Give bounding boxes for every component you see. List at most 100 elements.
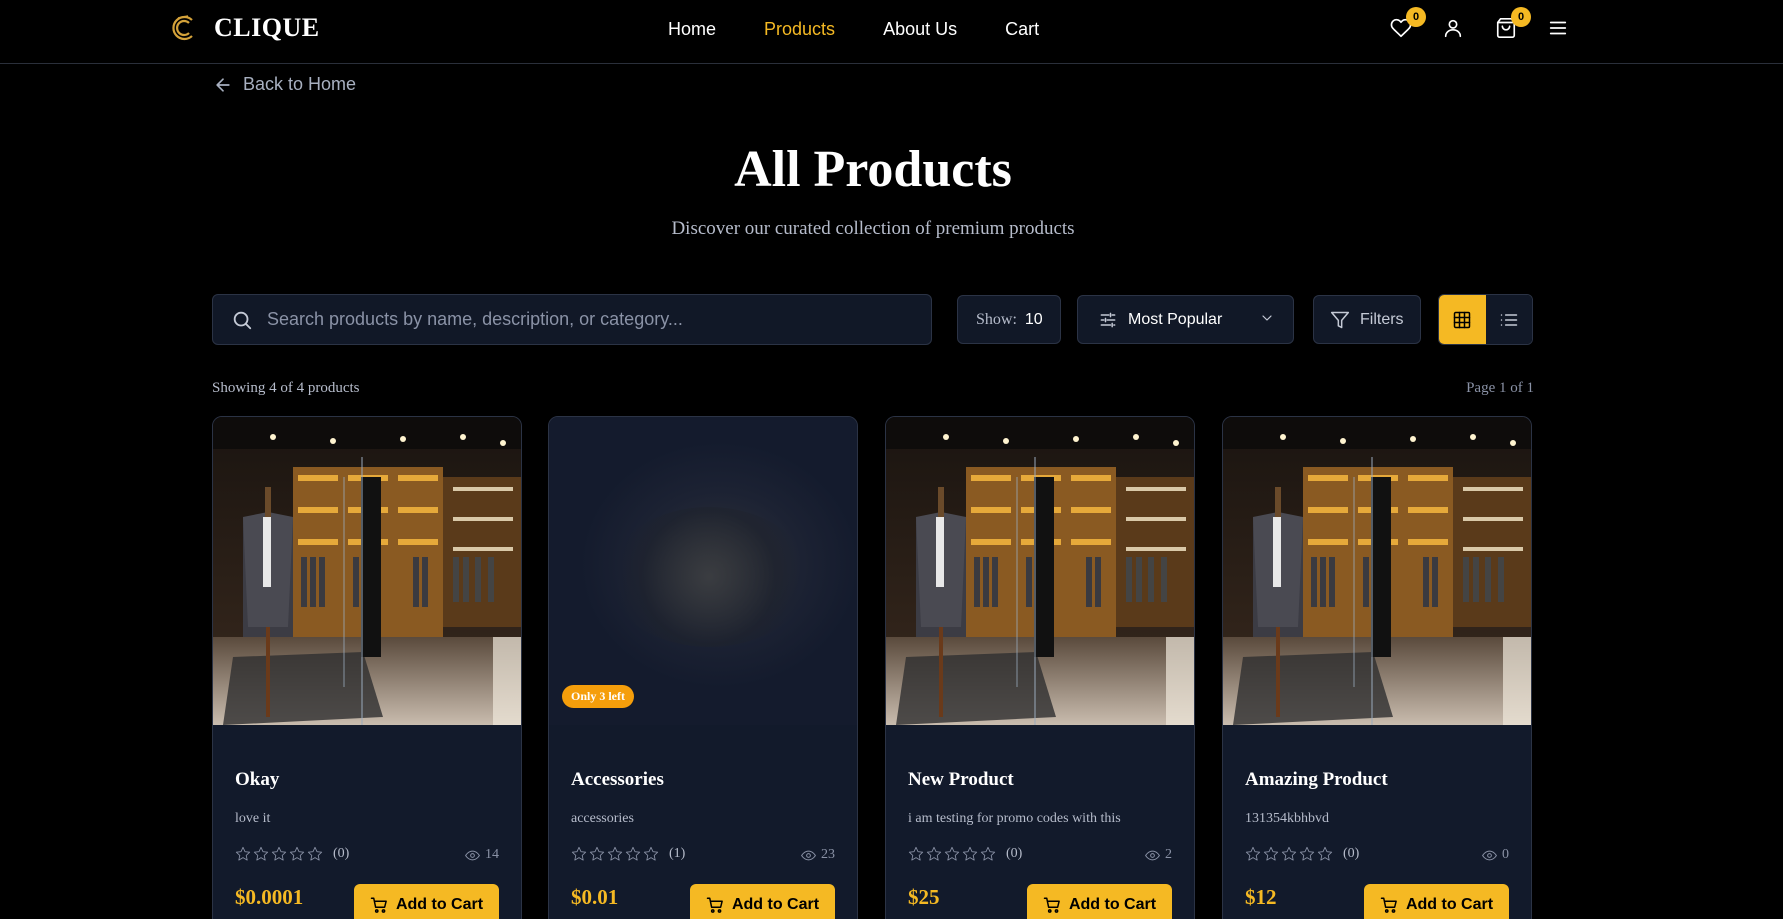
grid-icon (1454, 311, 1471, 328)
cart-icon (370, 897, 387, 913)
product-name[interactable]: Accessories (571, 769, 664, 791)
back-to-home-link[interactable]: Back to Home (213, 74, 356, 95)
filters-label: Filters (1360, 310, 1404, 328)
add-to-cart-button[interactable]: Add to Cart (1364, 884, 1509, 919)
page-indicator: Page 1 of 1 (1466, 380, 1534, 396)
cart-button[interactable]: 0 (1495, 7, 1531, 41)
product-image[interactable] (886, 417, 1195, 725)
menu-button[interactable] (1547, 17, 1571, 41)
view-count-value: 14 (485, 847, 499, 862)
list-icon (1500, 313, 1517, 326)
star-icon (589, 846, 605, 861)
star-icon (235, 846, 251, 861)
view-count-value: 23 (821, 847, 835, 862)
view-count: 23 (801, 847, 835, 863)
add-to-cart-button[interactable]: Add to Cart (354, 884, 499, 919)
product-name[interactable]: Amazing Product (1245, 769, 1388, 791)
eye-icon (1145, 850, 1160, 860)
add-to-cart-button[interactable]: Add to Cart (690, 884, 835, 919)
product-price: $25 (908, 885, 940, 909)
view-count-value: 2 (1165, 847, 1172, 862)
nav-home[interactable]: Home (668, 19, 716, 40)
star-icon (944, 846, 960, 861)
product-price: $12 (1245, 885, 1277, 909)
view-toggle (1438, 294, 1533, 345)
eye-icon (1482, 850, 1497, 860)
page-size-select[interactable]: Show: 10 (957, 295, 1061, 344)
product-price: $0.01 (571, 885, 619, 909)
wishlist-count-badge: 0 (1406, 7, 1426, 27)
add-to-cart-label: Add to Cart (1068, 896, 1157, 913)
page-subtitle: Discover our curated collection of premi… (671, 218, 1075, 239)
product-name[interactable]: Okay (235, 769, 279, 791)
product-card[interactable]: Okay love it (0) 14 $0.0001 Add to Cart (212, 416, 522, 919)
account-button[interactable] (1442, 17, 1466, 41)
product-name[interactable]: New Product (908, 769, 1014, 791)
arrow-left-icon (216, 77, 230, 92)
search-input[interactable] (267, 309, 907, 330)
rating-stars: (0) (1245, 846, 1359, 862)
user-icon (1444, 19, 1462, 38)
add-to-cart-label: Add to Cart (395, 896, 484, 913)
add-to-cart-label: Add to Cart (1405, 896, 1494, 913)
star-icon (962, 846, 978, 861)
view-count: 0 (1482, 847, 1509, 863)
sort-value: Most Popular (1128, 310, 1223, 328)
product-image[interactable] (1223, 417, 1532, 725)
results-count: Showing 4 of 4 products (212, 380, 360, 396)
star-icon (908, 846, 924, 861)
product-card[interactable]: Amazing Product 131354kbhbvd (0) 0 $12 A… (1222, 416, 1532, 919)
add-to-cart-button[interactable]: Add to Cart (1027, 884, 1172, 919)
chevron-down-icon (1262, 315, 1272, 321)
product-card[interactable]: Only 3 left Accessories accessories (1) … (548, 416, 858, 919)
store-interior-image (1223, 417, 1532, 725)
nav-about[interactable]: About Us (883, 19, 957, 40)
product-description: 131354kbhbvd (1245, 811, 1329, 826)
page-title: All Products (734, 141, 1012, 198)
eye-icon (801, 850, 816, 860)
product-description: i am testing for promo codes with this (908, 811, 1121, 826)
cart-icon (1043, 897, 1060, 913)
menu-icon (1549, 21, 1567, 35)
wishlist-button[interactable]: 0 (1390, 7, 1426, 41)
low-stock-badge: Only 3 left (562, 685, 634, 708)
product-description: accessories (571, 811, 634, 826)
store-interior-image (213, 417, 522, 725)
show-label: Show: (976, 310, 1017, 328)
product-card[interactable]: New Product i am testing for promo codes… (885, 416, 1195, 919)
filter-icon (1330, 311, 1350, 328)
star-icon (1317, 846, 1333, 861)
site-header: CLIQUE Home Products About Us Cart 0 0 (0, 0, 1783, 64)
grid-view-button[interactable] (1439, 295, 1486, 344)
sliders-icon (1100, 312, 1116, 327)
star-icon (926, 846, 942, 861)
cart-count-badge: 0 (1511, 7, 1531, 27)
brand-logo[interactable]: CLIQUE (168, 12, 320, 44)
list-view-button[interactable] (1485, 295, 1532, 344)
nav-cart[interactable]: Cart (1005, 19, 1039, 40)
view-count: 2 (1145, 847, 1172, 863)
rating-count: (0) (333, 846, 350, 861)
view-count: 14 (465, 847, 499, 863)
star-icon (307, 846, 323, 861)
main-nav: Home Products About Us Cart (668, 0, 1039, 58)
search-bar (212, 294, 932, 345)
brand-name: CLIQUE (214, 13, 320, 42)
rating-count: (0) (1343, 846, 1360, 861)
star-icon (289, 846, 305, 861)
star-icon (643, 846, 659, 861)
rating-stars: (0) (235, 846, 349, 862)
sort-select[interactable]: Most Popular (1077, 295, 1294, 344)
nav-products[interactable]: Products (764, 19, 835, 40)
product-image[interactable] (213, 417, 522, 725)
product-description: love it (235, 811, 271, 826)
filters-button[interactable]: Filters (1313, 295, 1421, 344)
star-icon (1281, 846, 1297, 861)
star-icon (253, 846, 269, 861)
product-image[interactable] (549, 417, 857, 725)
star-icon (1245, 846, 1261, 861)
search-icon (233, 311, 252, 329)
star-icon (980, 846, 996, 861)
star-icon (625, 846, 641, 861)
star-icon (1299, 846, 1315, 861)
